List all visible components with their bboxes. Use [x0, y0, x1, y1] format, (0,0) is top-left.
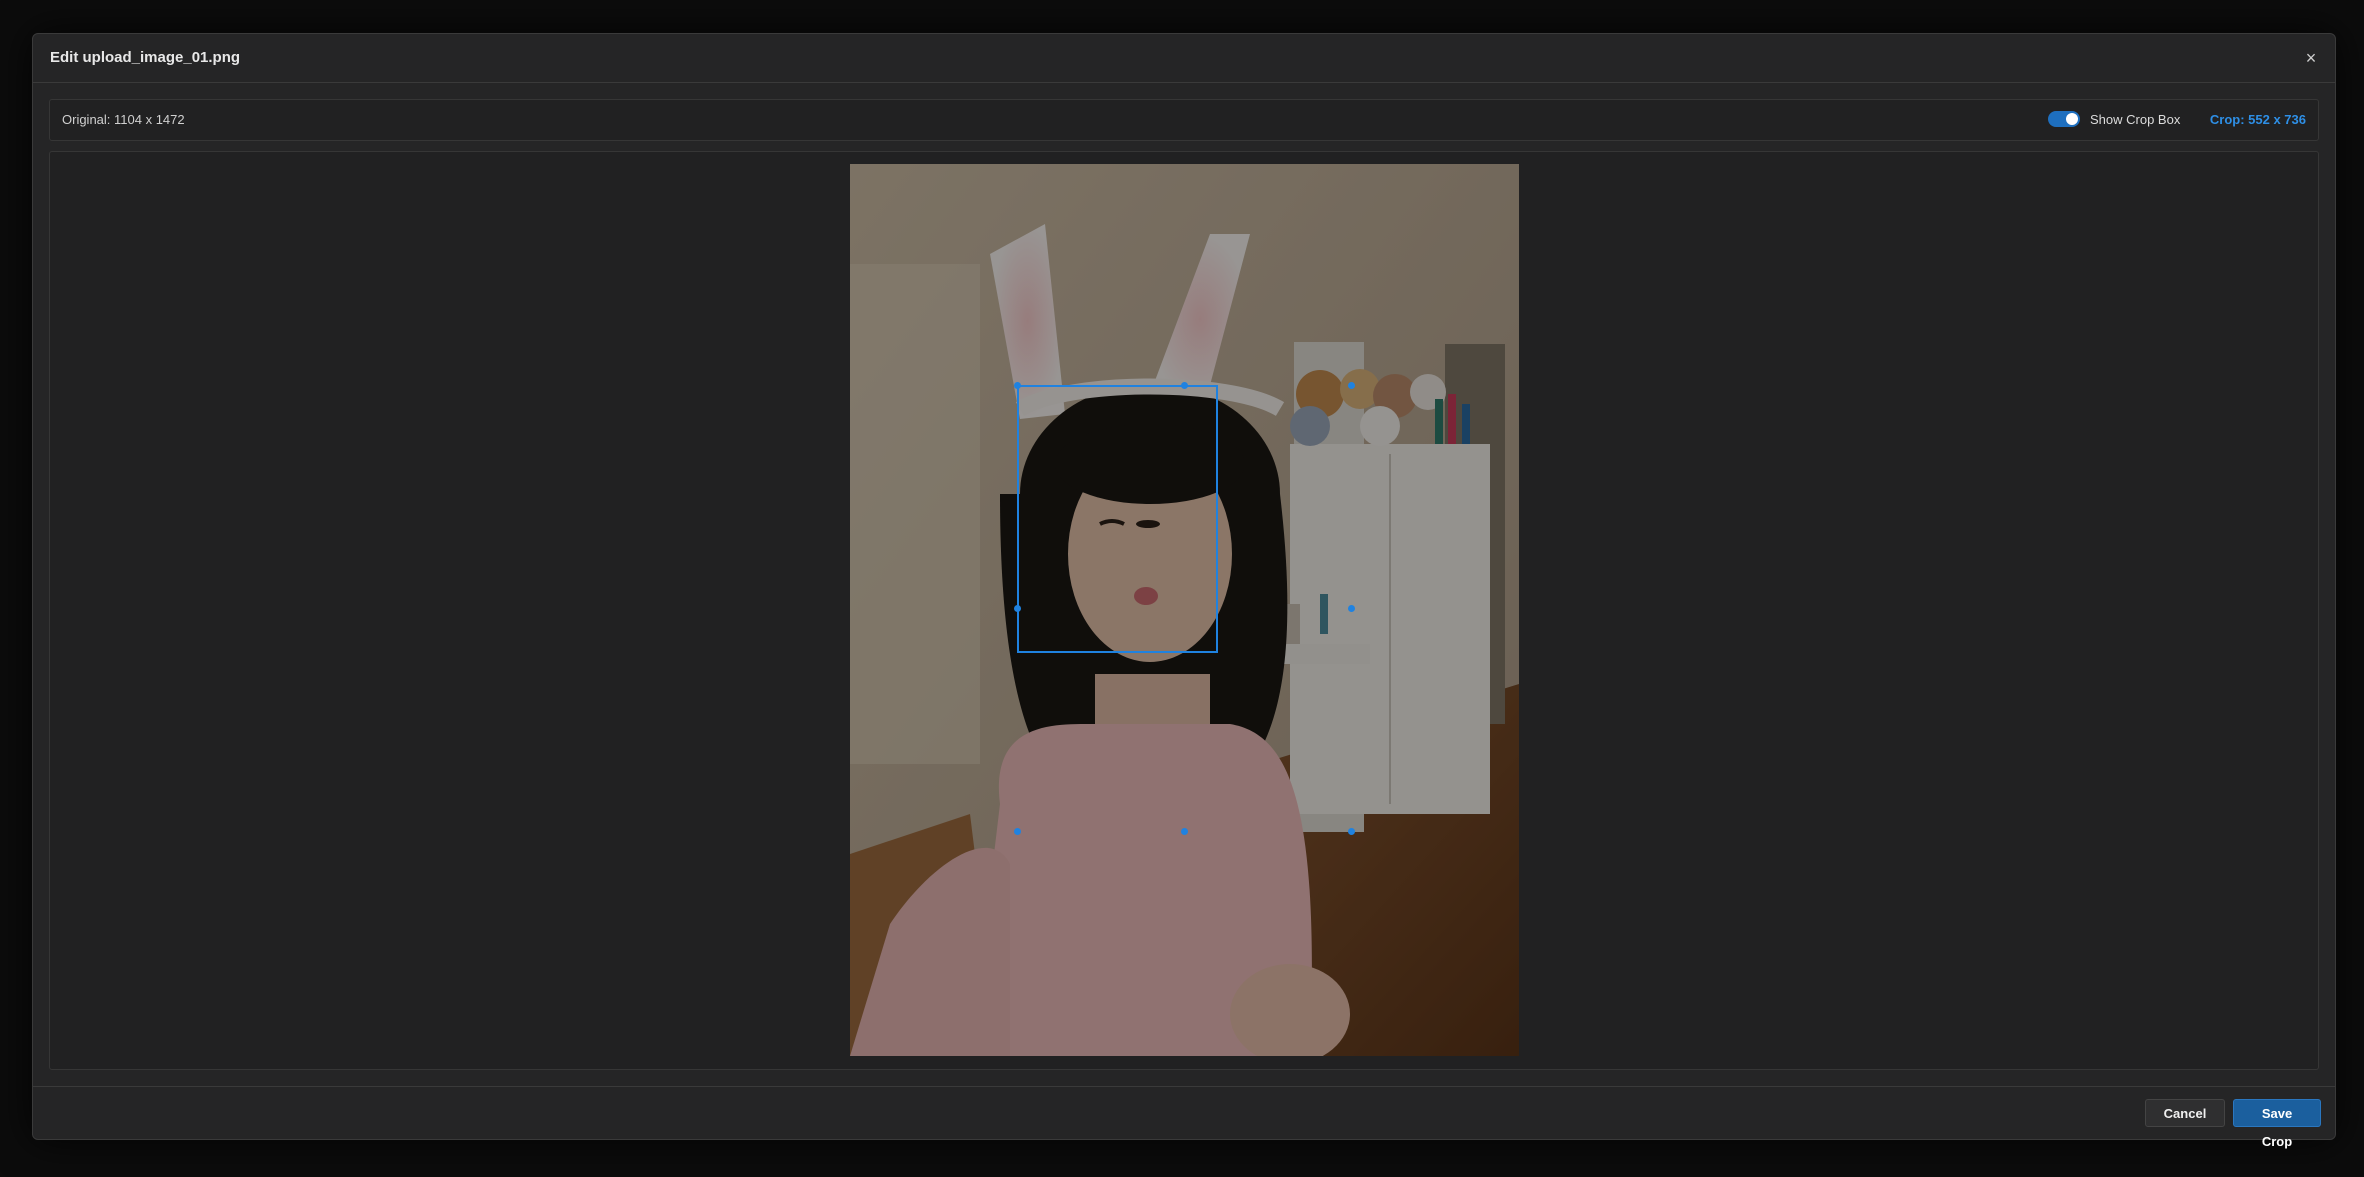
- cancel-button[interactable]: Cancel: [2145, 1099, 2225, 1127]
- modal-footer: Cancel Save Crop: [33, 1086, 2335, 1149]
- show-crop-box-toggle[interactable]: [2048, 111, 2080, 127]
- close-icon[interactable]: ×: [2299, 46, 2323, 70]
- toggle-knob: [2066, 113, 2078, 125]
- crop-handle-top-left[interactable]: [1014, 382, 1021, 389]
- show-crop-box-label: Show Crop Box: [2090, 112, 2181, 127]
- crop-canvas: [49, 151, 2319, 1070]
- crop-handle-bottom-right[interactable]: [1348, 828, 1355, 835]
- crop-handle-bottom-left[interactable]: [1014, 828, 1021, 835]
- crop-handle-top-right[interactable]: [1348, 382, 1355, 389]
- original-size-label: Original: 1104 x 1472: [62, 112, 185, 127]
- save-crop-button[interactable]: Save Crop: [2233, 1099, 2321, 1149]
- crop-handle-right[interactable]: [1348, 605, 1355, 612]
- crop-size-readout: Crop: 552 x 736: [2209, 112, 2306, 127]
- edit-image-modal: Edit upload_image_01.png × Original: 110…: [32, 33, 2336, 1149]
- image-info-bar: Original: 1104 x 1472 Show Crop Box Crop…: [49, 99, 2319, 141]
- modal-header: Edit upload_image_01.png ×: [33, 34, 2335, 83]
- crop-region[interactable]: [1019, 387, 1216, 651]
- crop-handle-left[interactable]: [1014, 605, 1021, 612]
- crop-box[interactable]: [1017, 385, 1218, 653]
- modal-title: Edit upload_image_01.png: [50, 49, 241, 66]
- crop-handle-top[interactable]: [1181, 382, 1188, 389]
- image-preview: [850, 164, 1519, 1056]
- crop-handle-bottom[interactable]: [1181, 828, 1188, 835]
